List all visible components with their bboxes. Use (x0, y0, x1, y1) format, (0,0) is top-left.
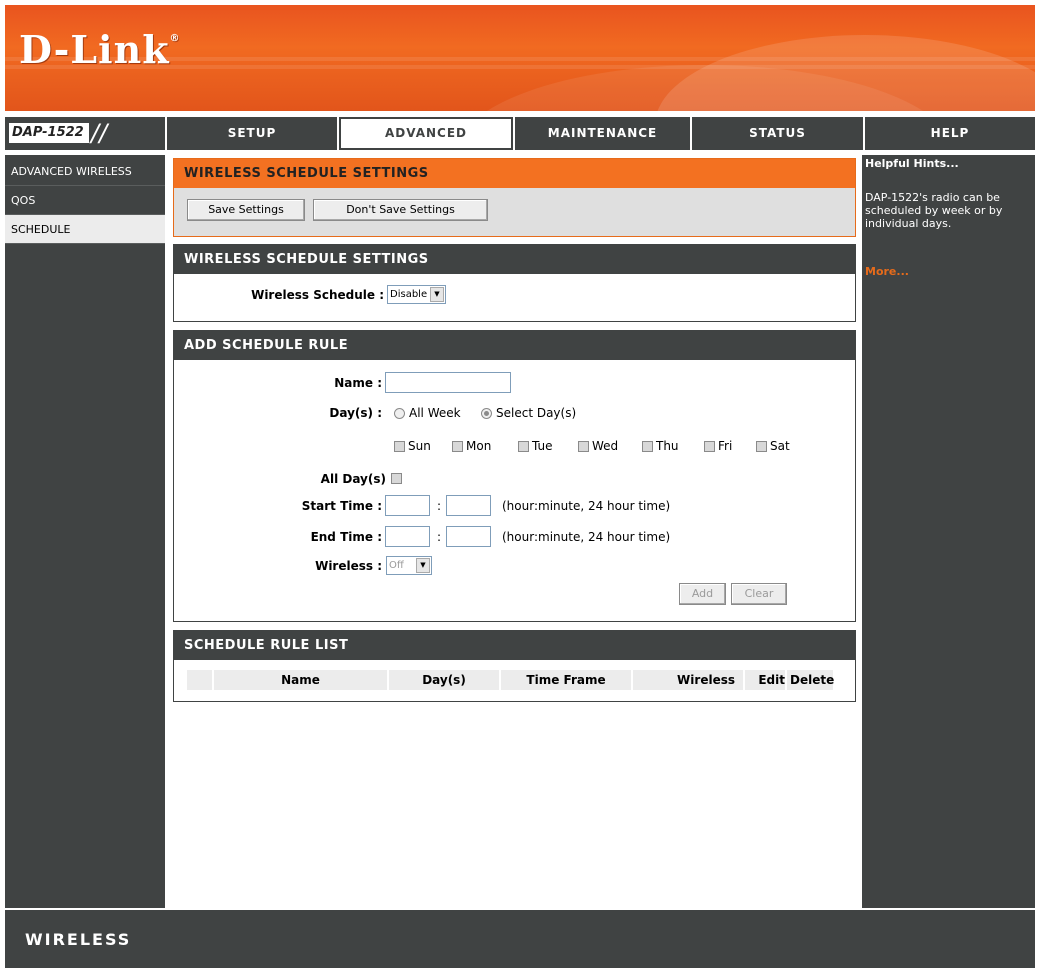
helpful-hints-panel: Helpful Hints... DAP-1522's radio can be… (862, 155, 1035, 908)
day-checkbox-mon[interactable] (452, 441, 463, 452)
sidebar-item-advanced-wireless[interactable]: ADVANCED WIRELESS (5, 157, 165, 186)
footer-wireless-text: WIRELESS (25, 930, 132, 949)
all-day-checkbox[interactable] (391, 473, 402, 484)
end-hour-input[interactable] (385, 526, 430, 547)
hints-body: DAP-1522's radio can be scheduled by wee… (865, 191, 1003, 230)
tab-setup[interactable]: SETUP (167, 117, 337, 150)
tab-status[interactable]: STATUS (692, 117, 863, 150)
table-header-wireless: Wireless (633, 670, 743, 690)
sidebar-item-qos[interactable]: QOS (5, 186, 165, 215)
wireless-schedule-settings-section: WIRELESS SCHEDULE SETTINGS (173, 244, 856, 322)
day-checkbox-sun[interactable] (394, 441, 405, 452)
wireless-label: Wireless : (315, 559, 382, 573)
section-title: SCHEDULE RULE LIST (174, 631, 855, 660)
footer: WIRELESS (5, 910, 1035, 968)
day-label-thu: Thu (656, 439, 679, 453)
day-checkbox-sat[interactable] (756, 441, 767, 452)
dont-save-settings-button[interactable]: Don't Save Settings (313, 199, 488, 221)
wireless-schedule-header-section: WIRELESS SCHEDULE SETTINGS (173, 158, 856, 237)
start-time-label: Start Time : (301, 499, 382, 513)
tab-help[interactable]: HELP (865, 117, 1035, 150)
section-title: ADD SCHEDULE RULE (174, 331, 855, 360)
wireless-schedule-label: Wireless Schedule : (251, 288, 384, 302)
end-minute-input[interactable] (446, 526, 491, 547)
section-title: WIRELESS SCHEDULE SETTINGS (174, 245, 855, 274)
hints-more-link[interactable]: More... (865, 265, 909, 278)
time-hint: (hour:minute, 24 hour time) (502, 530, 671, 544)
header-banner: D-Link® (5, 5, 1035, 111)
day-checkbox-fri[interactable] (704, 441, 715, 452)
logo-text: D-Link (19, 27, 170, 72)
day-checkbox-tue[interactable] (518, 441, 529, 452)
table-header-days: Day(s) (389, 670, 499, 690)
section-title: WIRELESS SCHEDULE SETTINGS (174, 159, 855, 188)
wireless-schedule-value: Disable (390, 289, 428, 300)
days-label: Day(s) : (329, 406, 382, 420)
time-separator: : (437, 499, 442, 513)
day-checkbox-wed[interactable] (578, 441, 589, 452)
day-label-wed: Wed (592, 439, 619, 453)
day-label-tue: Tue (532, 439, 553, 453)
dlink-logo: D-Link® (19, 27, 181, 72)
day-checkbox-thu[interactable] (642, 441, 653, 452)
table-header-edit: Edit (745, 670, 785, 690)
select-days-radio[interactable] (481, 408, 492, 419)
hints-title: Helpful Hints... (865, 157, 959, 170)
registered-mark: ® (169, 33, 181, 44)
chevron-down-icon: ▼ (430, 287, 444, 302)
wireless-schedule-select[interactable]: Disable ▼ (387, 285, 446, 304)
table-header-delete: Delete (787, 670, 834, 690)
select-days-label: Select Day(s) (496, 406, 577, 420)
table-header-time-frame: Time Frame (501, 670, 631, 690)
all-week-label: All Week (409, 406, 461, 420)
end-time-label: End Time : (310, 530, 382, 544)
wireless-state-select[interactable]: Off ▼ (386, 556, 432, 575)
time-hint: (hour:minute, 24 hour time) (502, 499, 671, 513)
day-label-sun: Sun (408, 439, 431, 453)
table-header-spacer (187, 670, 212, 690)
save-settings-button[interactable]: Save Settings (187, 199, 305, 221)
tab-advanced[interactable]: ADVANCED (339, 117, 513, 150)
clear-rule-button[interactable]: Clear (731, 583, 787, 605)
name-input[interactable] (385, 372, 511, 393)
table-header-name: Name (214, 670, 387, 690)
tab-maintenance[interactable]: MAINTENANCE (515, 117, 690, 150)
day-label-sat: Sat (770, 439, 790, 453)
wireless-state-value: Off (389, 560, 404, 571)
schedule-rule-list-section: SCHEDULE RULE LIST (173, 630, 856, 702)
all-week-radio[interactable] (394, 408, 405, 419)
add-rule-button[interactable]: Add (679, 583, 726, 605)
add-schedule-rule-section: ADD SCHEDULE RULE (173, 330, 856, 622)
model-badge: DAP-1522 // (5, 117, 165, 150)
day-label-mon: Mon (466, 439, 492, 453)
slash-decoration: // (91, 119, 108, 147)
all-day-label: All Day(s) (320, 472, 386, 486)
chevron-down-icon: ▼ (416, 558, 430, 573)
model-label: DAP-1522 (9, 123, 89, 143)
sidebar-item-schedule[interactable]: SCHEDULE (5, 215, 165, 244)
time-separator: : (437, 530, 442, 544)
start-hour-input[interactable] (385, 495, 430, 516)
name-label: Name : (334, 376, 382, 390)
left-sidebar: ADVANCED WIRELESS QOS SCHEDULE (5, 155, 165, 908)
header-decoration (655, 35, 1035, 111)
start-minute-input[interactable] (446, 495, 491, 516)
day-label-fri: Fri (718, 439, 733, 453)
